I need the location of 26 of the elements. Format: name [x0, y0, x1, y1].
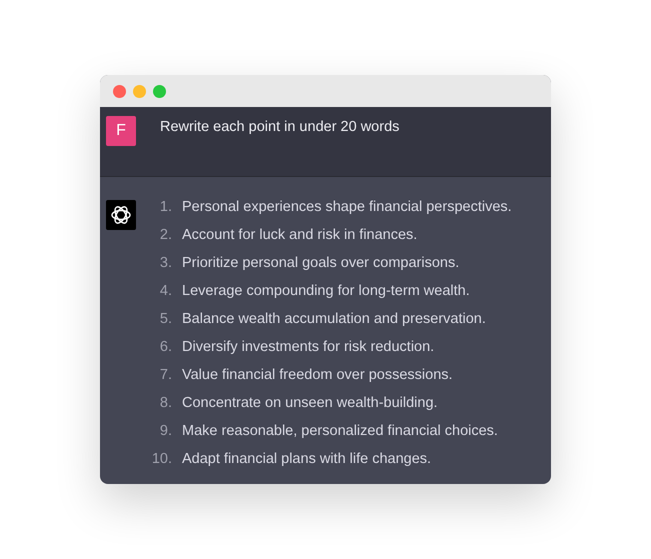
list-item-text: Leverage compounding for long-term wealth. — [182, 283, 470, 299]
list-item-text: Concentrate on unseen wealth-building. — [182, 395, 438, 411]
message-text: Rewrite each point in under 20 words — [160, 119, 400, 137]
assistant-avatar-icon — [106, 200, 136, 230]
list-number: 6. — [158, 339, 172, 355]
list-item-text: Value financial freedom over possessions. — [182, 367, 453, 383]
list-number: 1. — [158, 199, 172, 215]
list-item-text: Account for luck and risk in finances. — [182, 227, 418, 243]
list-number: 5. — [158, 311, 172, 327]
list-item-text: Make reasonable, personalized financial choices. — [182, 423, 498, 439]
list-number: 7. — [158, 367, 172, 383]
close-button[interactable] — [113, 84, 126, 98]
list-number: 4. — [158, 283, 172, 299]
minimize-button[interactable] — [133, 84, 146, 98]
list-number: 10. — [150, 451, 172, 467]
zoom-button[interactable] — [153, 84, 166, 98]
list-item-text: Adapt financial plans with life changes. — [182, 451, 432, 467]
list-number: 8. — [158, 395, 172, 411]
list-item-text: Personal experiences shape financial perspectives. — [182, 199, 512, 215]
list-number: 3. — [158, 255, 172, 271]
list-item-text: Prioritize personal goals over comparisons. — [182, 255, 460, 271]
list-number: 2. — [158, 227, 172, 243]
list-item-text: Diversify investments for risk reduction. — [182, 339, 434, 355]
list-number: 9. — [158, 423, 172, 439]
list-item-text: Balance wealth accumulation and preservation. — [182, 311, 486, 327]
user-avatar: F — [106, 116, 136, 146]
